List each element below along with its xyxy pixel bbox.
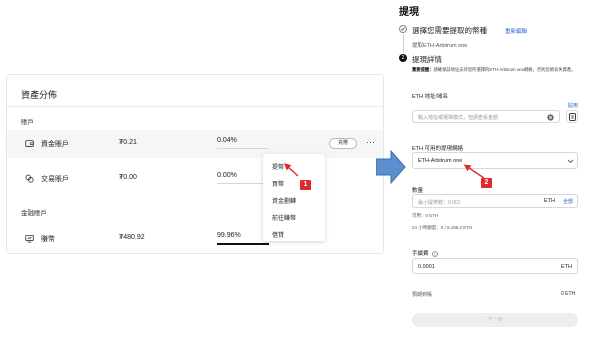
asset-panel-title: 資產分佈: [21, 90, 58, 100]
menu-item-earn[interactable]: 前往賺幣: [272, 213, 296, 222]
clear-icon[interactable]: [547, 114, 554, 121]
account-balance: ₮0.00: [119, 174, 137, 181]
step-1-indicator: [399, 25, 407, 33]
step-1-summary: 提取ETH-Arbitrum one: [412, 43, 468, 49]
amount-unit: ETH: [544, 198, 555, 204]
network-label: ETH 可用的提現網絡: [412, 146, 464, 152]
account-percent: 0.00%: [217, 172, 237, 179]
menu-item-transfer[interactable]: 資金劃轉: [272, 196, 296, 205]
menu-item-buy[interactable]: 買幣: [272, 179, 284, 188]
notice-text: 請確保該地址支持您所選擇的ETH-Arbitrum one網絡，否則您將丟失資產…: [433, 67, 576, 72]
deposit-button[interactable]: 充幣: [329, 138, 357, 149]
receive-value: 0 ETH: [561, 291, 576, 297]
page-title: 提現: [399, 7, 419, 18]
step-connector: [403, 34, 404, 53]
account-name: 交易賬戶: [41, 176, 69, 183]
address-book-icon: [569, 113, 576, 121]
amount-label: 數量: [412, 188, 424, 194]
step-1-label: 選擇您需要提取的幣種: [412, 26, 487, 35]
warning-notice: 重要提醒：請確保該地址支持您所選擇的ETH-Arbitrum one網絡，否則您…: [412, 67, 600, 73]
chevron-down-icon: [567, 159, 574, 164]
fee-value: 0.0001: [418, 264, 435, 270]
next-button[interactable]: 下一步: [412, 313, 578, 327]
step-2-label: 提現詳情: [412, 55, 442, 64]
step-2-indicator: 2: [399, 54, 407, 62]
percent-bar: [217, 243, 269, 245]
notice-title: 重要提醒：: [412, 67, 434, 72]
fee-label-text: 手續費: [412, 251, 429, 257]
asset-distribution-panel: 資產分佈 賬戶 資金賬戶 ₮0.21 0.04% 充幣 ··· 交易賬戶 ₮0.…: [6, 74, 384, 254]
withdraw-panel: 提現 選擇您需要提取的幣種 重新編輯 提取ETH-Arbitrum one 2 …: [395, 0, 600, 339]
account-balance: ₮0.21: [119, 139, 137, 146]
annotation-arrow-1: [283, 163, 299, 177]
address-placeholder: 輸入地址或選擇模式，但請查看金額: [418, 115, 499, 121]
account-name: 資金賬戶: [41, 141, 69, 148]
exchange-icon: [25, 174, 34, 183]
fee-label: 手續費: [412, 249, 438, 257]
available-balance: 可用：0 ETH: [412, 213, 439, 218]
fee-field: 0.0001 ETH: [412, 258, 578, 274]
more-options-icon[interactable]: ···: [366, 137, 375, 147]
annotation-badge-2: 2: [481, 178, 492, 188]
network-select[interactable]: ETH-Arbitrum one: [412, 152, 578, 169]
menu-item-loan[interactable]: 借貸: [272, 230, 284, 239]
amount-placeholder: 最小提幣數：0.001: [418, 200, 461, 206]
account-percent: 0.04%: [217, 137, 237, 144]
account-row-earn[interactable]: 賺幣 ₮480.92 99.96%: [7, 225, 383, 253]
account-balance: ₮480.92: [119, 234, 145, 241]
reselect-link[interactable]: 重新編輯: [505, 27, 527, 35]
annotation-badge-1: 1: [300, 180, 311, 190]
earn-icon: [25, 234, 34, 243]
receive-label: 預期到賬: [412, 292, 433, 298]
account-row-trading[interactable]: 交易賬戶 ₮0.00 0.00%: [7, 165, 383, 193]
fee-unit: ETH: [561, 264, 572, 270]
percent-bar: [217, 148, 269, 149]
divider: [7, 106, 383, 107]
account-percent: 99.96%: [217, 232, 241, 239]
amount-input[interactable]: 最小提幣數：0.001 ETH 全部: [412, 194, 578, 208]
address-input[interactable]: 輸入地址或選擇模式，但請查看金額: [412, 110, 560, 123]
amount-all-button[interactable]: 全部: [563, 198, 573, 205]
accounts-section-label: 賬戶: [21, 119, 34, 126]
account-name: 賺幣: [41, 236, 55, 243]
info-icon[interactable]: [432, 250, 438, 257]
daily-limit: 24 小時額度：0 / 5,198.2 ETH: [412, 225, 473, 230]
paste-link[interactable]: 貼用: [568, 102, 578, 109]
check-icon: [400, 27, 406, 31]
address-label: ETH 地址/域名: [412, 94, 449, 100]
address-book-button[interactable]: [566, 110, 578, 123]
margin-section-label: 金融賬戶: [21, 210, 47, 217]
account-row-funding[interactable]: 資金賬戶 ₮0.21 0.04% 充幣 ···: [7, 130, 383, 158]
percent-bar: [217, 183, 269, 184]
wallet-icon: [25, 140, 34, 147]
